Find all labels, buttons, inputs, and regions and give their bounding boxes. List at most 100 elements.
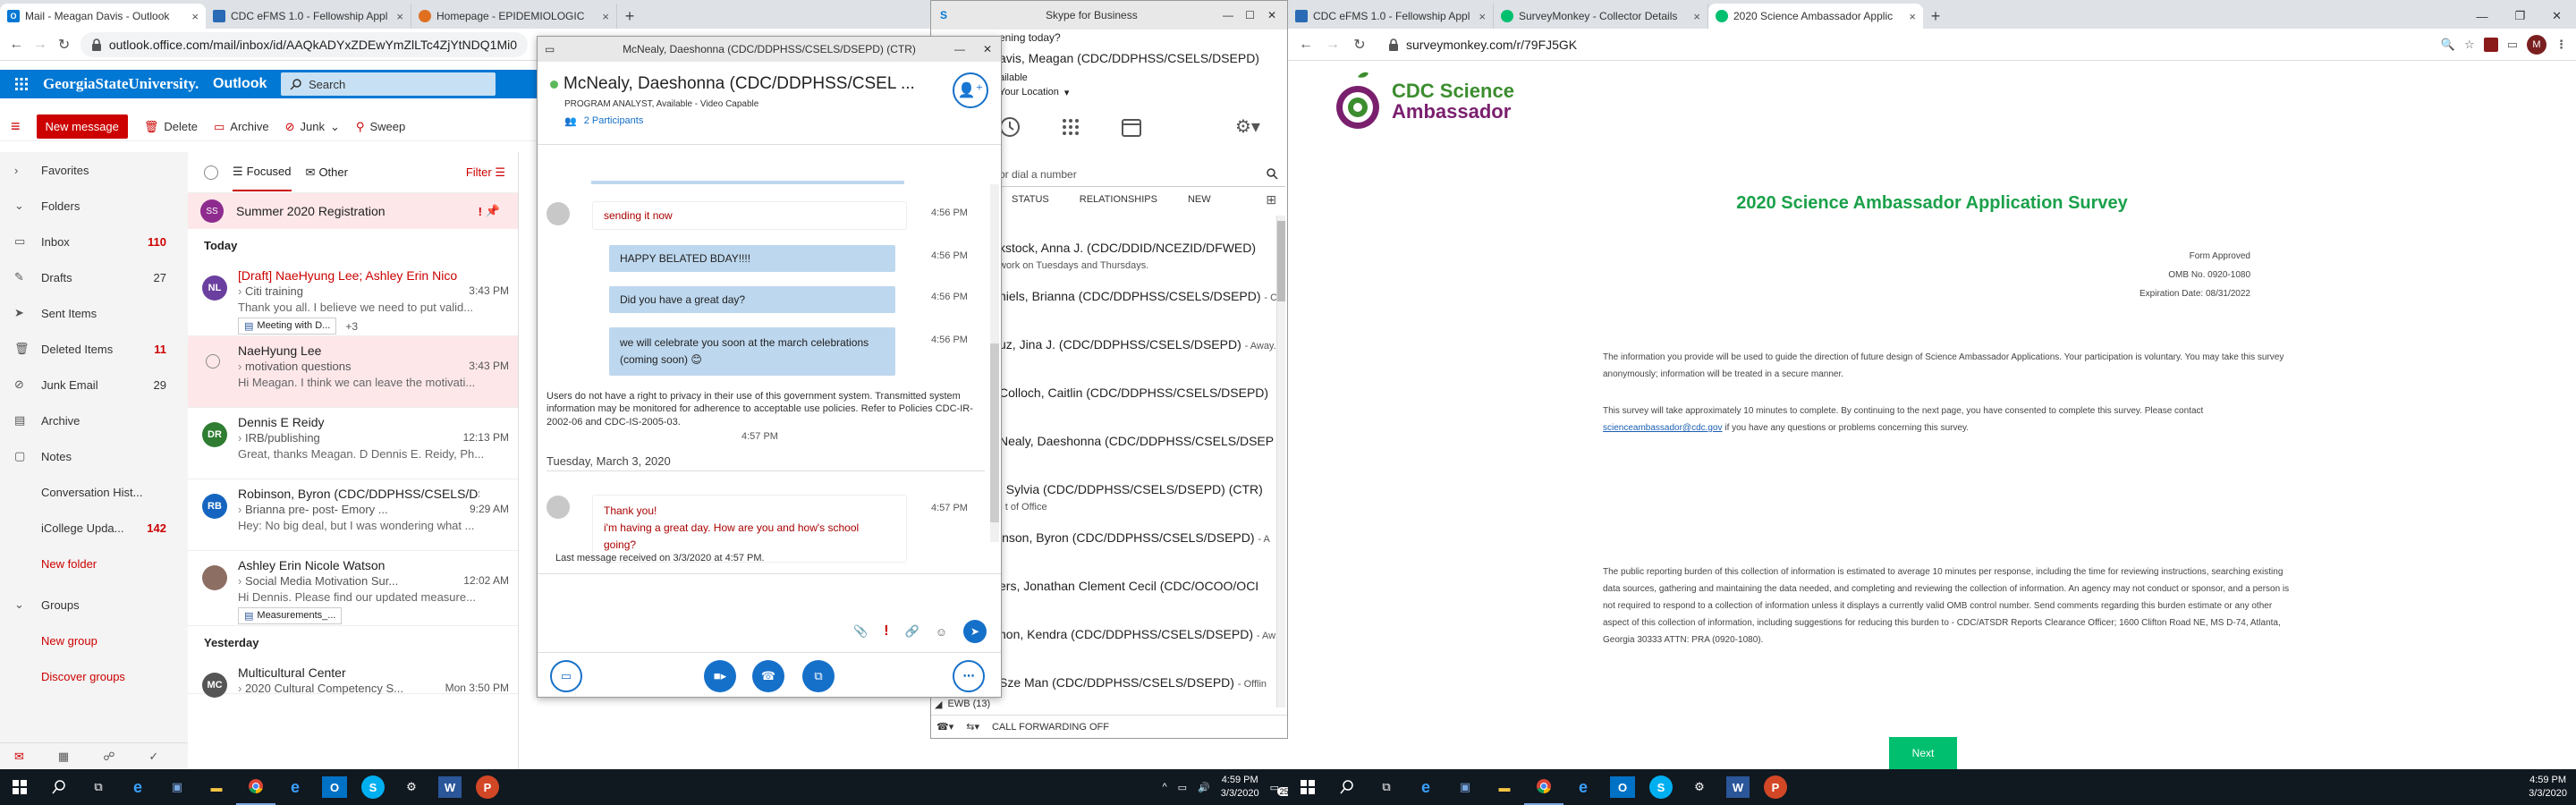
gear-icon[interactable]: ⚙▾ — [1235, 115, 1260, 138]
im-button[interactable]: ▭ — [550, 660, 582, 692]
tab-surveymonkey-collector[interactable]: SurveyMonkey - Collector Details × — [1494, 4, 1708, 29]
task-view-icon[interactable]: ⧉ — [1367, 769, 1406, 805]
search-icon[interactable]: 🔍 — [2441, 38, 2455, 52]
clock[interactable]: 4:59 PM 3/3/2020 — [1221, 774, 1259, 801]
sweep-button[interactable]: ⚲ Sweep — [356, 120, 405, 134]
people-icon[interactable]: ☍ — [103, 750, 114, 764]
contact-item[interactable]: uz, Jina J. (CDC/DDPHSS/CSELS/DSEPD) - A… — [999, 337, 1287, 352]
powerpoint-icon[interactable]: P — [1764, 775, 1787, 799]
forward-arrow-icon[interactable]: → — [33, 37, 48, 53]
ie-icon[interactable]: e — [1563, 769, 1603, 805]
powerpoint-icon[interactable]: P — [476, 775, 499, 799]
sidebar-item-icollege-upda[interactable]: iCollege Upda... 142 — [0, 510, 188, 546]
sidebar-item-sent-items[interactable]: ➤ Sent Items — [0, 295, 188, 331]
more-options-button[interactable]: ⋯ — [953, 660, 985, 692]
contact-item[interactable]: inson, Byron (CDC/DDPHSS/CSELS/DSEPD) - … — [999, 530, 1287, 545]
contact-item[interactable]: , Sylvia (CDC/DDPHSS/CSELS/DSEPD) (CTR) — [999, 482, 1287, 496]
minimize-icon[interactable]: — — [2476, 10, 2487, 23]
scrollbar[interactable] — [990, 184, 999, 542]
close-tab-icon[interactable]: × — [602, 10, 609, 23]
forwarding-icon[interactable]: ⇆▾ — [966, 721, 979, 733]
cast-icon[interactable]: ▭ — [2507, 38, 2518, 52]
minimize-icon[interactable]: — — [1223, 9, 1233, 21]
calendar-icon[interactable]: ▦ — [58, 750, 69, 764]
network-icon[interactable]: ▭ — [1178, 782, 1187, 793]
scrollbar[interactable] — [1276, 216, 1285, 708]
ewb-group[interactable]: ◢ EWB (13) — [935, 699, 990, 710]
back-arrow-icon[interactable]: ← — [1297, 37, 1315, 53]
chrome-icon[interactable] — [1524, 769, 1563, 805]
tab-new[interactable]: NEW — [1188, 194, 1211, 205]
select-all-checkbox[interactable] — [204, 165, 218, 180]
edge-icon[interactable]: e — [118, 769, 157, 805]
emoticon-icon[interactable]: ☺ — [936, 625, 947, 639]
sidebar-item-junk-email[interactable]: ⊘ Junk Email 29 — [0, 367, 188, 402]
sidebar-item-notes[interactable]: ▢ Notes — [0, 438, 188, 474]
hamburger-icon[interactable]: ≡ — [11, 117, 21, 136]
contact-item[interactable]: Colloch, Caitlin (CDC/DDPHSS/CSELS/DSEPD… — [999, 386, 1287, 400]
tab-efms[interactable]: CDC eFMS 1.0 - Fellowship Appl × — [206, 4, 411, 29]
restore-icon[interactable]: ❐ — [2514, 9, 2525, 23]
settings-icon[interactable]: ⚙ — [392, 769, 431, 805]
clock[interactable]: 4:59 PM 3/3/2020 — [2529, 774, 2567, 801]
tab-outlook[interactable]: O Mail - Meagan Davis - Outlook × — [0, 4, 206, 29]
list-item[interactable]: RB Robinson, Byron (CDC/DDPHSS/CSELS/DS › … — [188, 479, 518, 551]
high-importance-icon[interactable]: ! — [884, 623, 888, 640]
close-tab-icon[interactable]: × — [1909, 10, 1916, 23]
contact-item[interactable]: niels, Brianna (CDC/DDPHSS/CSELS/DSEPD) … — [999, 289, 1287, 303]
sidebar-item-conversation-hist[interactable]: Conversation Hist... — [0, 474, 188, 510]
contact-item[interactable]: ers, Jonathan Clement Cecil (CDC/OCOO/OC… — [999, 579, 1287, 593]
notification-icon[interactable]: ▭ 25 — [1270, 782, 1292, 796]
word-icon[interactable]: W — [1726, 776, 1750, 798]
task-view-icon[interactable]: ⧉ — [79, 769, 118, 805]
video-button[interactable]: ■▸ — [704, 660, 736, 692]
search-icon[interactable] — [39, 769, 79, 805]
attachment-chip[interactable]: ▤ Meeting with D... — [238, 318, 337, 335]
skype-icon[interactable]: S — [361, 775, 385, 799]
skype-icon[interactable]: S — [1649, 775, 1673, 799]
maximize-icon[interactable]: ☐ — [1245, 9, 1255, 21]
list-item[interactable]: NaeHyung Lee › motivation questions 3:43 P… — [188, 336, 518, 408]
add-contact-icon[interactable]: ⊞ — [1266, 192, 1276, 208]
search-icon[interactable] — [1327, 769, 1367, 805]
contact-item[interactable]: Sze Man (CDC/DDPHSS/CSELS/DSEPD) - Offli… — [999, 675, 1287, 690]
link-icon[interactable]: 🔗 — [905, 624, 919, 639]
close-tab-icon[interactable]: × — [1479, 10, 1486, 23]
sidebar-item-drafts[interactable]: ✎ Drafts 27 — [0, 259, 188, 295]
word-icon[interactable]: W — [438, 776, 462, 798]
pinned-item[interactable]: SS Summer 2020 Registration ! 📌 — [188, 193, 518, 229]
app-icon[interactable]: ▣ — [1445, 769, 1485, 805]
add-people-icon[interactable]: 👤⁺ — [953, 72, 988, 108]
kebab-menu-icon[interactable]: ⋮ — [2555, 38, 2567, 52]
sidebar-item-folders[interactable]: ⌄ Folders — [0, 188, 188, 224]
tab-survey[interactable]: 2020 Science Ambassador Applic × — [1708, 4, 1923, 29]
send-button[interactable]: ➤ — [963, 620, 987, 643]
select-checkbox[interactable] — [206, 354, 220, 369]
extension-icon[interactable] — [2483, 37, 2498, 52]
app-name[interactable]: Outlook — [213, 76, 267, 92]
todo-icon[interactable]: ✓ — [148, 750, 158, 764]
volume-icon[interactable]: 🔊 — [1198, 782, 1210, 793]
settings-icon[interactable]: ⚙ — [1680, 769, 1719, 805]
new-message-button[interactable]: New message — [36, 114, 128, 139]
search-box[interactable]: Search — [281, 72, 496, 96]
sidebar-item-new-group[interactable]: New group — [0, 623, 188, 658]
delete-button[interactable]: 🗑 Delete — [144, 120, 198, 134]
close-tab-icon[interactable]: × — [191, 10, 199, 23]
edge-icon[interactable]: e — [1406, 769, 1445, 805]
contact-item[interactable]: kstock, Anna J. (CDC/DDID/NCEZID/DFWED) — [999, 241, 1287, 255]
sidebar-item-discover-groups[interactable]: Discover groups — [0, 658, 188, 694]
list-item[interactable]: MC Multicultural Center › 2020 Cultural Co… — [188, 658, 518, 698]
close-tab-icon[interactable]: × — [396, 10, 403, 23]
history-icon[interactable] — [999, 116, 1021, 138]
close-tab-icon[interactable]: × — [1693, 10, 1700, 23]
tab-other[interactable]: ✉ Other — [306, 165, 348, 180]
chrome-icon[interactable] — [236, 769, 275, 805]
pin-icon[interactable]: 📌 — [486, 204, 500, 218]
contact-item[interactable]: Nealy, Daeshonna (CDC/DDPHSS/CSELS/DSEP — [999, 434, 1287, 448]
meetings-icon[interactable] — [1121, 116, 1142, 138]
filter-button[interactable]: Filter ☰ — [466, 165, 505, 180]
tab-epidemiologic[interactable]: Homepage - EPIDEMIOLOGIC × — [411, 4, 617, 29]
app-launcher-icon[interactable] — [0, 70, 43, 98]
dialpad-icon[interactable] — [1060, 116, 1081, 138]
